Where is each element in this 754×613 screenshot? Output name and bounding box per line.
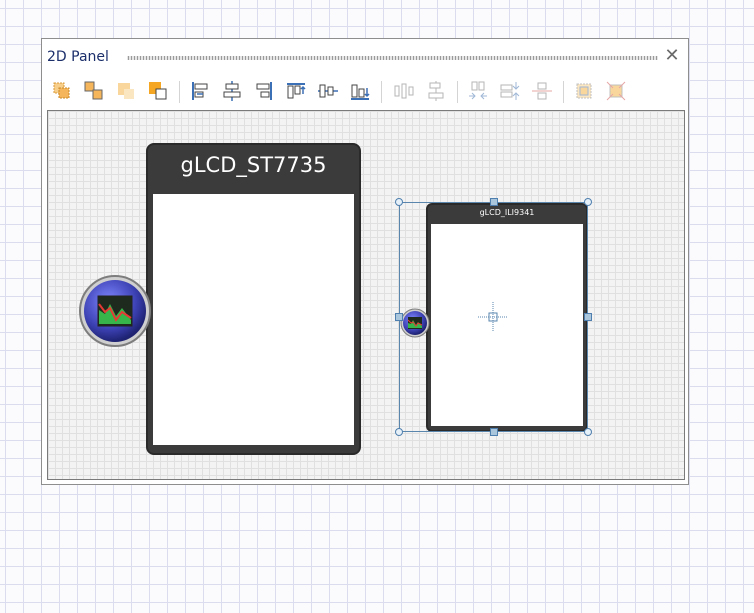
send-backward-icon[interactable] [114,79,138,103]
resize-handle-bottom[interactable] [490,428,498,436]
reset-size-icon[interactable] [604,79,628,103]
bring-forward-icon[interactable] [146,79,170,103]
glcd-st7735-component[interactable]: gLCD_ST7735 [146,143,361,455]
toolbar-separator [563,81,564,103]
make-same-size-icon[interactable] [530,79,554,103]
titlebar-grip[interactable] [127,56,658,60]
close-icon[interactable]: ✕ [664,47,680,65]
design-canvas[interactable]: gLCD_ST7735 gLCD_ILI9341 [47,110,685,480]
group-objects-icon[interactable] [50,79,74,103]
toolbar-separator [381,81,382,103]
panel-title: 2D Panel [47,49,109,65]
align-bottom-icon[interactable] [348,79,372,103]
chart-component-icon[interactable] [78,274,152,348]
move-crosshair-icon[interactable] [478,302,508,332]
2d-panel-window: 2D Panel ✕ gLCD_ST7735 gLCD_ILI9341 [41,38,689,485]
ungroup-objects-icon[interactable] [82,79,106,103]
align-right-icon[interactable] [252,79,276,103]
fit-to-content-icon[interactable] [572,79,596,103]
resize-handle-top[interactable] [490,198,498,206]
panel-toolbar [48,79,682,105]
align-middle-icon[interactable] [316,79,340,103]
align-left-icon[interactable] [188,79,212,103]
resize-handle-top-left[interactable] [395,198,403,206]
panel-titlebar[interactable]: 2D Panel ✕ [42,39,688,77]
resize-handle-left[interactable] [395,313,403,321]
resize-handle-top-right[interactable] [584,198,592,206]
distribute-vertical-icon[interactable] [424,79,448,103]
distribute-horizontal-icon[interactable] [392,79,416,103]
component-title: gLCD_ST7735 [180,153,327,177]
toolbar-separator [457,81,458,103]
lcd-screen[interactable] [153,194,354,445]
resize-handle-bottom-left[interactable] [395,428,403,436]
make-same-height-icon[interactable] [498,79,522,103]
make-same-width-icon[interactable] [466,79,490,103]
resize-handle-right[interactable] [584,313,592,321]
resize-handle-bottom-right[interactable] [584,428,592,436]
align-top-icon[interactable] [284,79,308,103]
align-center-icon[interactable] [220,79,244,103]
toolbar-separator [179,81,180,103]
